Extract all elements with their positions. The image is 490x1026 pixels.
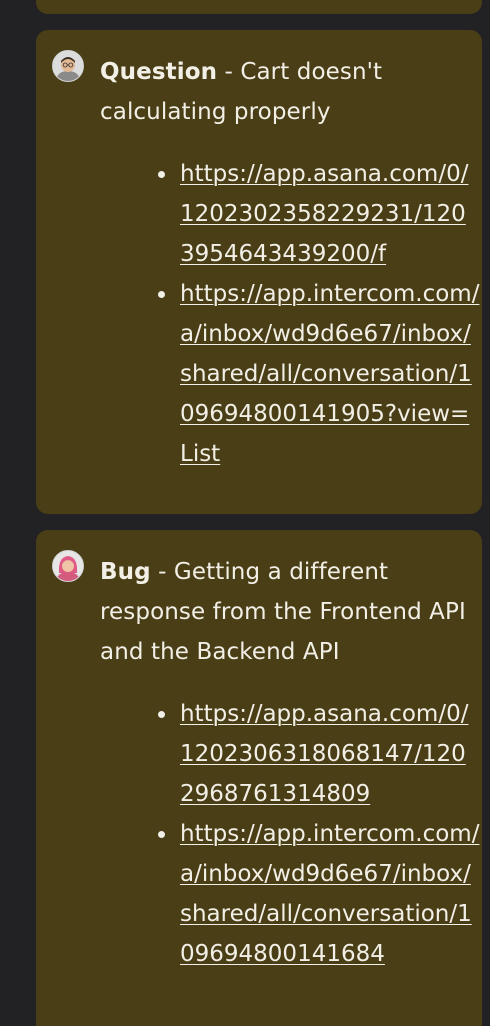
- issue-title: Bug - Getting a different response from …: [100, 552, 470, 672]
- title-separator: -: [150, 559, 174, 585]
- list-item: https://app.asana.com/0/1202306318068147…: [158, 694, 480, 814]
- user-avatar-icon[interactable]: [52, 50, 84, 82]
- list-item: https://app.intercom.com/a/inbox/wd9d6e6…: [158, 274, 480, 474]
- intercom-conversation-link[interactable]: https://app.intercom.com/a/inbox/wd9d6e6…: [180, 274, 480, 474]
- intercom-conversation-link[interactable]: https://app.intercom.com/a/inbox/wd9d6e6…: [180, 814, 480, 974]
- issue-card-question[interactable]: Question - Cart doesn't calculating prop…: [36, 30, 482, 514]
- asana-task-link[interactable]: https://app.asana.com/0/1202306318068147…: [180, 694, 480, 814]
- user-avatar-icon[interactable]: [52, 550, 84, 582]
- list-item: https://app.asana.com/0/1202302358229231…: [158, 154, 480, 274]
- title-separator: -: [217, 59, 241, 85]
- issue-links-list: https://app.asana.com/0/1202306318068147…: [158, 694, 480, 974]
- list-item: https://app.intercom.com/a/inbox/wd9d6e6…: [158, 814, 480, 974]
- issue-kind: Bug: [100, 559, 151, 585]
- bullet-icon: [158, 171, 165, 178]
- bullet-icon: [158, 831, 165, 838]
- issue-kind: Question: [100, 59, 218, 85]
- asana-task-link[interactable]: https://app.asana.com/0/1202302358229231…: [180, 154, 480, 274]
- bullet-icon: [158, 291, 165, 298]
- issue-links-list: https://app.asana.com/0/1202302358229231…: [158, 154, 480, 474]
- issue-feed: Question - Cart doesn't calculating prop…: [0, 0, 490, 1026]
- previous-issue-card[interactable]: [36, 0, 482, 14]
- bullet-icon: [158, 711, 165, 718]
- issue-card-bug[interactable]: Bug - Getting a different response from …: [36, 530, 482, 1026]
- issue-title: Question - Cart doesn't calculating prop…: [100, 52, 470, 132]
